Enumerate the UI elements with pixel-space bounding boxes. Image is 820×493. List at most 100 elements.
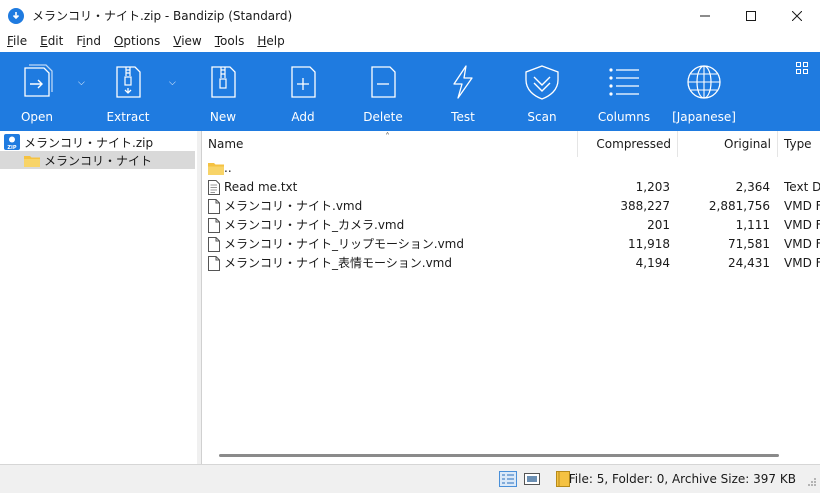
column-compressed-label: Compressed [596, 137, 671, 151]
file-compressed-size [578, 159, 670, 178]
menu-options[interactable]: Options [107, 34, 166, 48]
open-label: Open [20, 110, 54, 124]
file-icon [208, 199, 220, 217]
tree-child-label: メランコリ・ナイト [44, 153, 153, 168]
file-name: メランコリ・ナイト_リップモーション.vmd [224, 237, 464, 251]
status-bar: File: 5, Folder: 0, Archive Size: 397 KB [0, 464, 820, 493]
menu-view[interactable]: View [166, 34, 207, 48]
new-archive-icon [211, 66, 236, 98]
file-name: Read me.txt [224, 180, 298, 194]
minimize-button[interactable] [682, 0, 728, 31]
file-compressed-size: 388,227 [620, 199, 670, 213]
lightning-icon [453, 65, 473, 99]
file-compressed-size: 1,203 [635, 180, 670, 194]
scan-button[interactable]: Scan [520, 52, 564, 131]
text-file-icon [208, 180, 220, 198]
column-header-name[interactable]: ˄ Name [202, 131, 578, 157]
table-row[interactable]: メランコリ・ナイト_リップモーション.vmd 11,918 71,581 VMD F [202, 235, 820, 254]
status-summary: File: 5, Folder: 0, Archive Size: 397 KB [568, 472, 796, 486]
details-view-icon[interactable] [499, 471, 517, 490]
svg-text:ZIP: ZIP [7, 145, 16, 150]
maximize-button[interactable] [728, 0, 774, 31]
file-type: VMD F [784, 237, 820, 251]
open-dropdown-arrow[interactable]: ⌵ [78, 78, 85, 88]
tree-item-folder[interactable]: メランコリ・ナイト [0, 151, 195, 169]
layout-toggle-icon[interactable] [796, 62, 808, 77]
file-original-size: 2,364 [735, 180, 770, 194]
file-original-size: 1,111 [735, 218, 770, 232]
file-name: .. [224, 161, 232, 175]
add-file-icon [291, 66, 316, 98]
file-original-size: 71,581 [728, 237, 770, 251]
column-original-label: Original [724, 137, 771, 151]
extract-icon [116, 66, 141, 98]
scrollbar-thumb[interactable] [219, 454, 779, 457]
menu-help[interactable]: Help [250, 34, 290, 48]
file-type: VMD F [784, 199, 820, 213]
delete-file-icon [371, 66, 396, 98]
open-button[interactable]: Open [16, 52, 58, 131]
new-label: New [209, 110, 237, 124]
table-row[interactable]: メランコリ・ナイト_表情モーション.vmd 4,194 24,431 VMD F [202, 254, 820, 273]
file-name: メランコリ・ナイト.vmd [224, 199, 363, 213]
column-header-original[interactable]: Original [678, 131, 778, 157]
sort-ascending-icon: ˄ [385, 132, 390, 143]
globe-icon [687, 65, 721, 99]
menu-tools[interactable]: Tools [208, 34, 251, 48]
tree-root-label: メランコリ・ナイト.zip [24, 135, 154, 150]
menu-edit[interactable]: Edit [33, 34, 69, 48]
extract-dropdown-arrow[interactable]: ⌵ [169, 78, 176, 88]
file-type: VMD F [784, 256, 820, 270]
file-name: メランコリ・ナイト_カメラ.vmd [224, 218, 405, 232]
table-row[interactable]: メランコリ・ナイト_カメラ.vmd 201 1,111 VMD F [202, 216, 820, 235]
file-list: ˄ Name Compressed Original Type .. Read m… [202, 131, 820, 464]
folder-icon [208, 161, 224, 178]
extract-label: Extract [106, 110, 150, 124]
zip-archive-icon: ZIP [4, 134, 20, 150]
file-icon [208, 218, 220, 236]
menu-file[interactable]: File [0, 34, 33, 48]
new-button[interactable]: New [203, 52, 243, 131]
file-icon [208, 237, 220, 255]
toolbar: Open ⌵ Extract ⌵ New Add Delete Test Sca… [0, 52, 820, 131]
window-title: メランコリ・ナイト.zip - Bandizip (Standard) [32, 9, 293, 23]
table-row[interactable]: .. [202, 159, 820, 178]
test-button[interactable]: Test [443, 52, 483, 131]
table-row[interactable]: Read me.txt 1,203 2,364 Text D [202, 178, 820, 197]
file-type: Text D [784, 180, 820, 194]
file-original-size [678, 159, 770, 178]
extract-button[interactable]: Extract [106, 52, 150, 131]
folder-icon [24, 155, 40, 167]
column-header-compressed[interactable]: Compressed [578, 131, 678, 157]
preview-view-icon[interactable] [524, 471, 540, 490]
file-icon [208, 256, 220, 274]
file-original-size: 24,431 [728, 256, 770, 270]
open-icon [24, 64, 53, 97]
columns-button[interactable]: Columns [597, 52, 651, 131]
language-button[interactable]: [Japanese] [672, 52, 736, 131]
close-button[interactable] [774, 0, 820, 31]
horizontal-scrollbar[interactable] [202, 448, 820, 462]
menu-bar: File Edit Find Options View Tools Help [0, 31, 820, 51]
delete-button[interactable]: Delete [362, 52, 404, 131]
file-type [784, 159, 820, 178]
shield-icon [525, 65, 559, 100]
bandizip-app-icon[interactable] [8, 7, 24, 24]
file-compressed-size: 4,194 [635, 256, 670, 270]
folder-tree: ZIP メランコリ・ナイト.zip メランコリ・ナイト [0, 131, 198, 464]
resize-grip-icon[interactable] [807, 476, 817, 490]
add-button[interactable]: Add [283, 52, 323, 131]
menu-find[interactable]: Find [69, 34, 107, 48]
file-name: メランコリ・ナイト_表情モーション.vmd [224, 256, 452, 270]
test-label: Test [451, 110, 475, 124]
file-compressed-size: 201 [647, 218, 670, 232]
file-original-size: 2,881,756 [708, 199, 770, 213]
column-name-label: Name [208, 137, 244, 151]
column-type-label: Type [784, 137, 812, 151]
table-row[interactable]: メランコリ・ナイト.vmd 388,227 2,881,756 VMD F [202, 197, 820, 216]
columns-label: Columns [597, 110, 651, 124]
delete-label: Delete [363, 110, 403, 124]
title-bar: メランコリ・ナイト.zip - Bandizip (Standard) [0, 0, 820, 31]
tree-item-archive-root[interactable]: ZIP メランコリ・ナイト.zip [4, 133, 153, 151]
column-header-type[interactable]: Type [778, 131, 820, 157]
